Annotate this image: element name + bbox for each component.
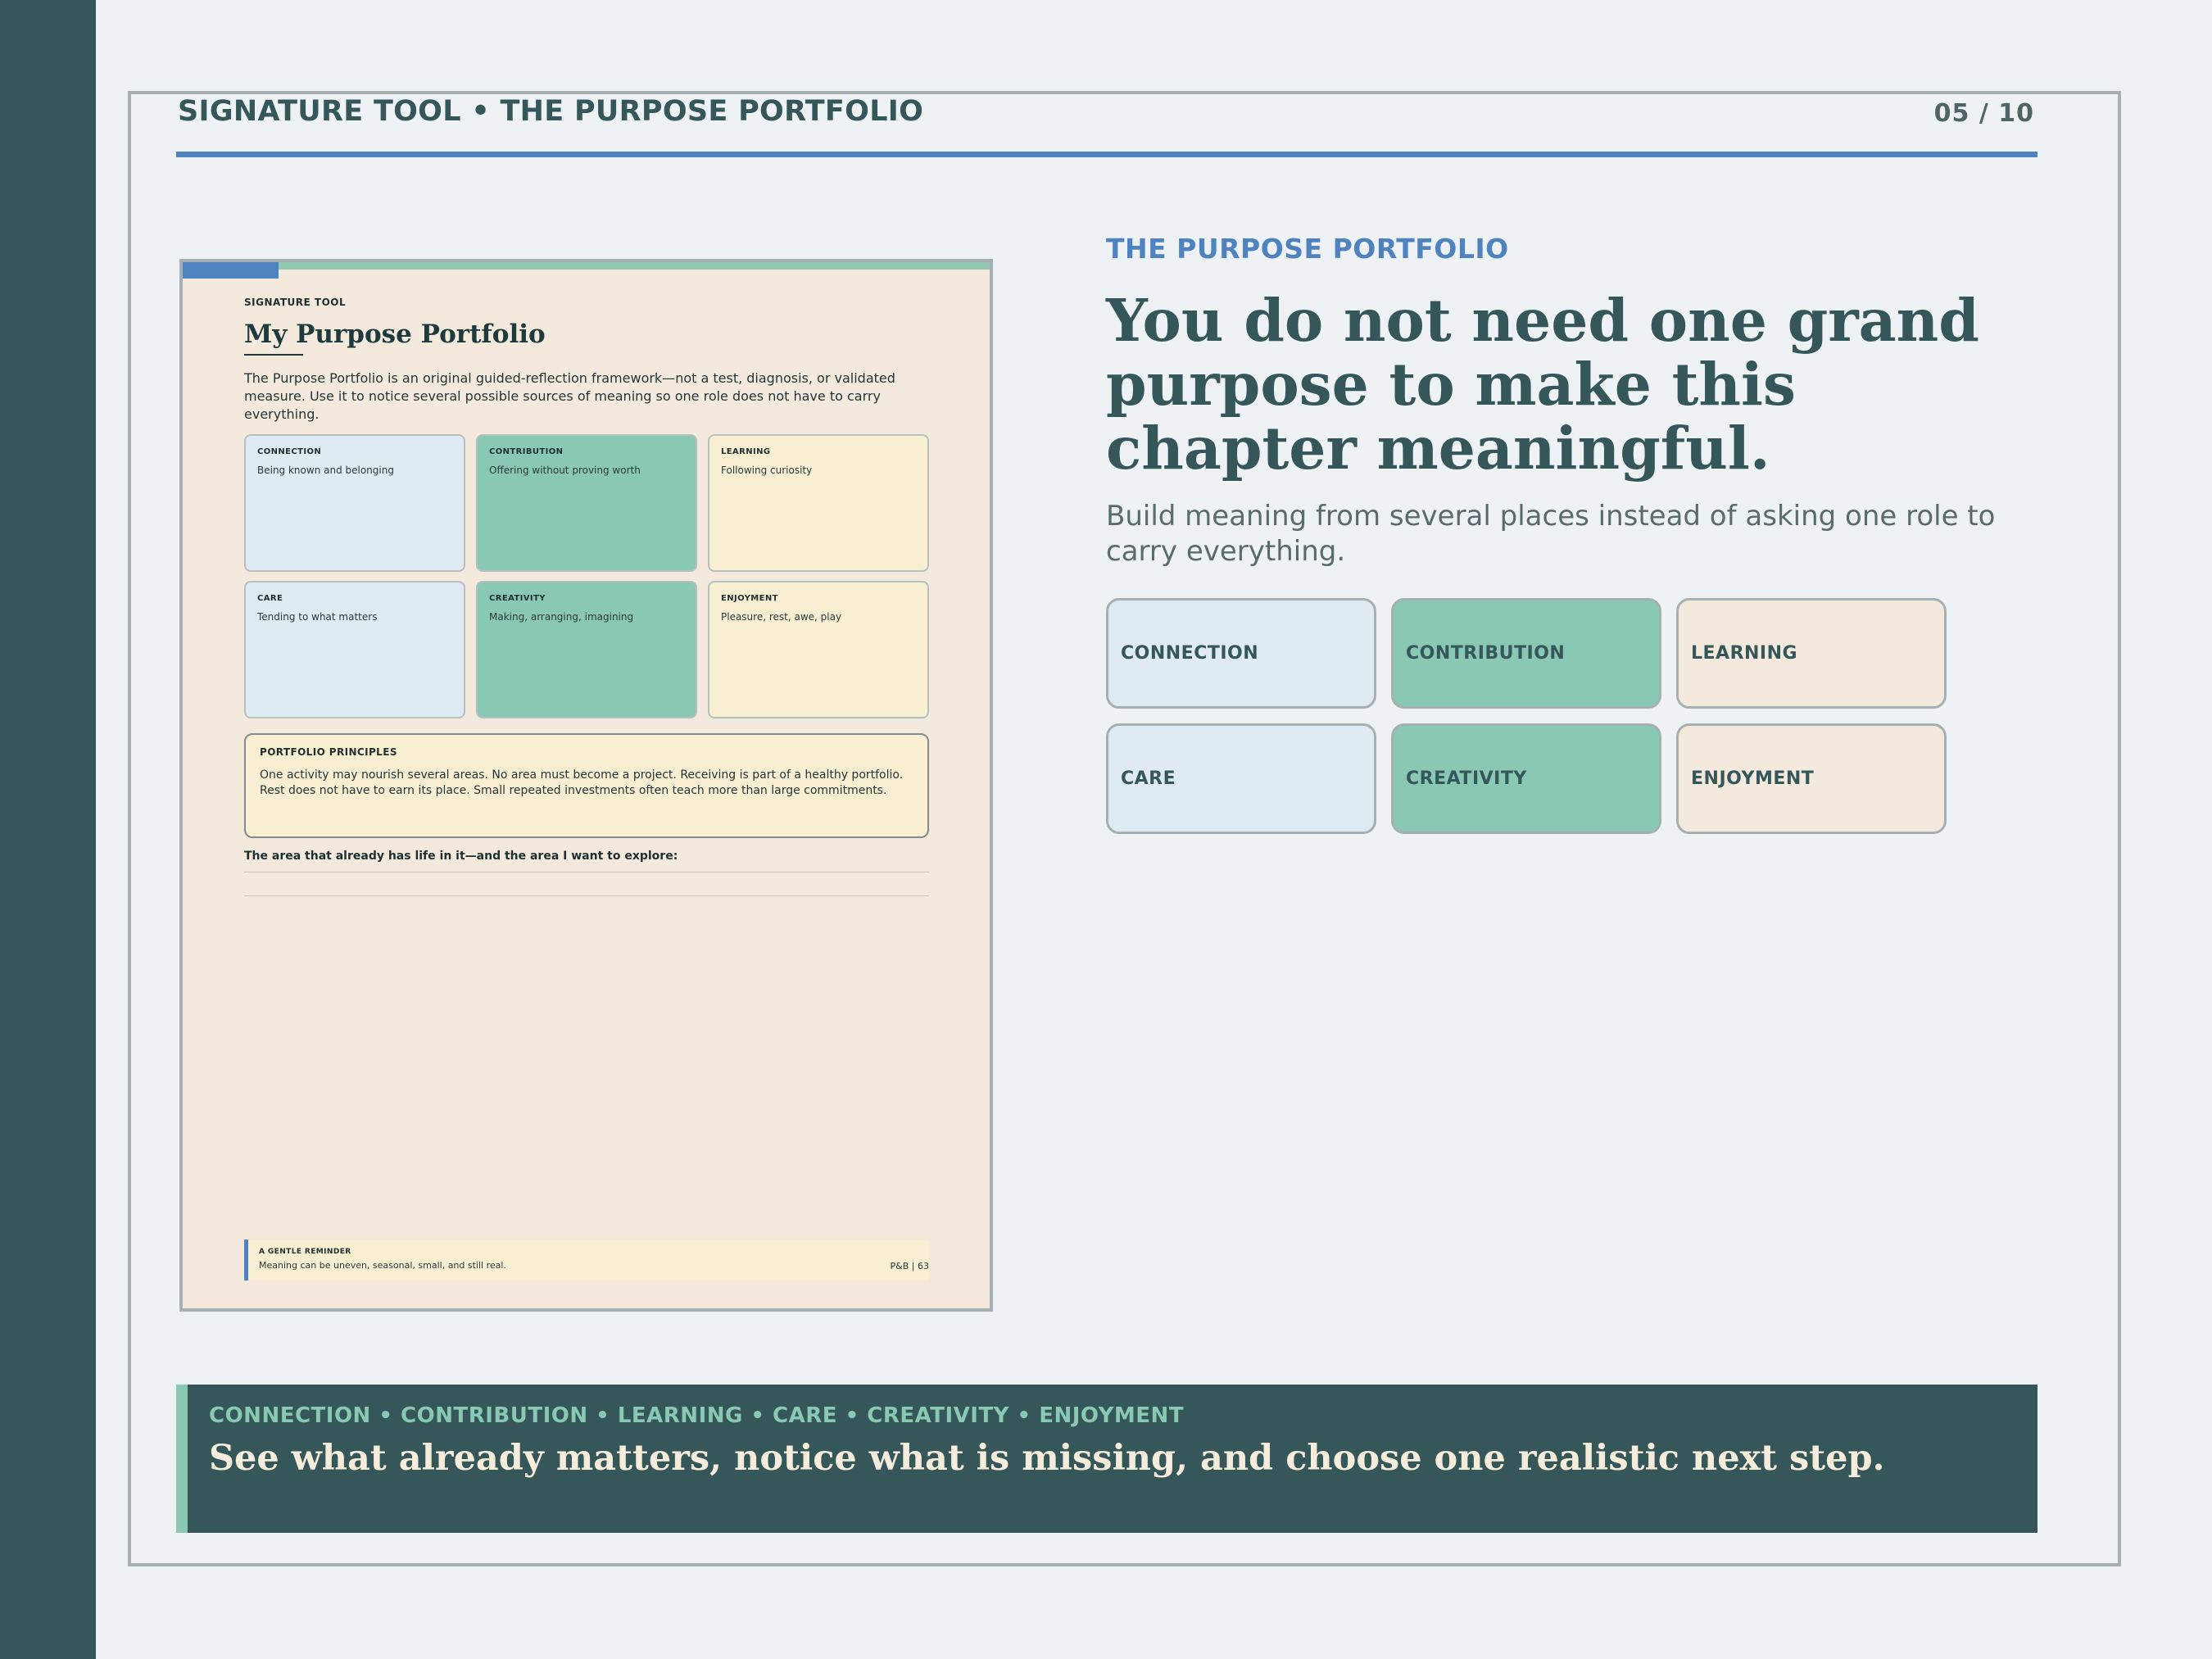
area-label: CREATIVITY [1406, 768, 1527, 789]
card-title: CONTRIBUTION [489, 447, 564, 456]
banner-areas-list: CONNECTION • CONTRIBUTION • LEARNING • C… [209, 1403, 1185, 1428]
reflection-prompt: The area that already has life in it—and… [244, 850, 678, 863]
area-card-care: CARE [1106, 723, 1376, 834]
card-description: Offering without proving worth [489, 465, 641, 476]
area-card-enjoyment: ENJOYMENT [1676, 723, 1947, 834]
writing-line [244, 872, 929, 873]
page-indicator: 05 / 10 [1933, 99, 2034, 128]
banner-takeaway-text: See what already matters, notice what is… [209, 1438, 1885, 1479]
area-label: CONTRIBUTION [1406, 643, 1566, 664]
principles-body: One activity may nourish several areas. … [260, 768, 904, 797]
area-card-creativity: CREATIVITY [1391, 723, 1661, 834]
slide-headline: You do not need one grand purpose to mak… [1106, 286, 1979, 483]
card-title: LEARNING [721, 447, 771, 456]
worksheet-kicker: SIGNATURE TOOL [244, 297, 347, 308]
writing-line [244, 895, 929, 896]
section-kicker: THE PURPOSE PORTFOLIO [1106, 233, 1509, 265]
area-card-connection: CONNECTION [1106, 598, 1376, 709]
area-label: CONNECTION [1121, 643, 1259, 664]
worksheet-top-accent [183, 262, 279, 279]
card-description: Following curiosity [721, 465, 813, 476]
principles-title: PORTFOLIO PRINCIPLES [260, 746, 397, 758]
card-title: CREATIVITY [489, 594, 546, 603]
area-card-contribution: CONTRIBUTION [1391, 598, 1661, 709]
worksheet-intro: The Purpose Portfolio is an original gui… [244, 370, 895, 422]
worksheet-card-creativity: CREATIVITY Making, arranging, imagining [476, 581, 697, 718]
worksheet-preview: SIGNATURE TOOL My Purpose Portfolio The … [179, 259, 993, 1312]
banner-accent-bar [176, 1385, 188, 1533]
card-title: ENJOYMENT [721, 594, 778, 603]
card-description: Tending to what matters [257, 611, 378, 623]
card-title: CONNECTION [257, 447, 322, 456]
worksheet-top-bar [183, 262, 990, 270]
reminder-body: Meaning can be uneven, seasonal, small, … [259, 1260, 506, 1271]
area-label: ENJOYMENT [1691, 768, 1815, 789]
worksheet-title-underline [244, 354, 303, 356]
card-title: CARE [257, 594, 283, 603]
card-description: Making, arranging, imagining [489, 611, 634, 623]
gentle-reminder-box: A GENTLE REMINDER Meaning can be uneven,… [244, 1240, 929, 1281]
takeaway-banner: CONNECTION • CONTRIBUTION • LEARNING • C… [176, 1385, 2037, 1533]
reminder-title: A GENTLE REMINDER [259, 1248, 351, 1256]
area-card-learning: LEARNING [1676, 598, 1947, 709]
worksheet-card-care: CARE Tending to what matters [244, 581, 465, 718]
header-divider [176, 152, 2037, 157]
worksheet-card-contribution: CONTRIBUTION Offering without proving wo… [476, 434, 697, 572]
worksheet-card-enjoyment: ENJOYMENT Pleasure, rest, awe, play [708, 581, 929, 718]
card-description: Pleasure, rest, awe, play [721, 611, 842, 623]
worksheet-title: My Purpose Portfolio [244, 320, 546, 349]
slide-header-title: SIGNATURE TOOL • THE PURPOSE PORTFOLIO [178, 95, 924, 128]
left-sidebar-bar [0, 0, 96, 1659]
worksheet-card-learning: LEARNING Following curiosity [708, 434, 929, 572]
portfolio-principles-box: PORTFOLIO PRINCIPLES One activity may no… [244, 733, 929, 838]
worksheet-page-number: P&B | 63 [890, 1261, 929, 1271]
card-description: Being known and belonging [257, 465, 394, 476]
area-label: LEARNING [1691, 643, 1798, 664]
slide-subheading: Build meaning from several places instea… [1106, 500, 1996, 568]
area-label: CARE [1121, 768, 1176, 789]
worksheet-card-connection: CONNECTION Being known and belonging [244, 434, 465, 572]
